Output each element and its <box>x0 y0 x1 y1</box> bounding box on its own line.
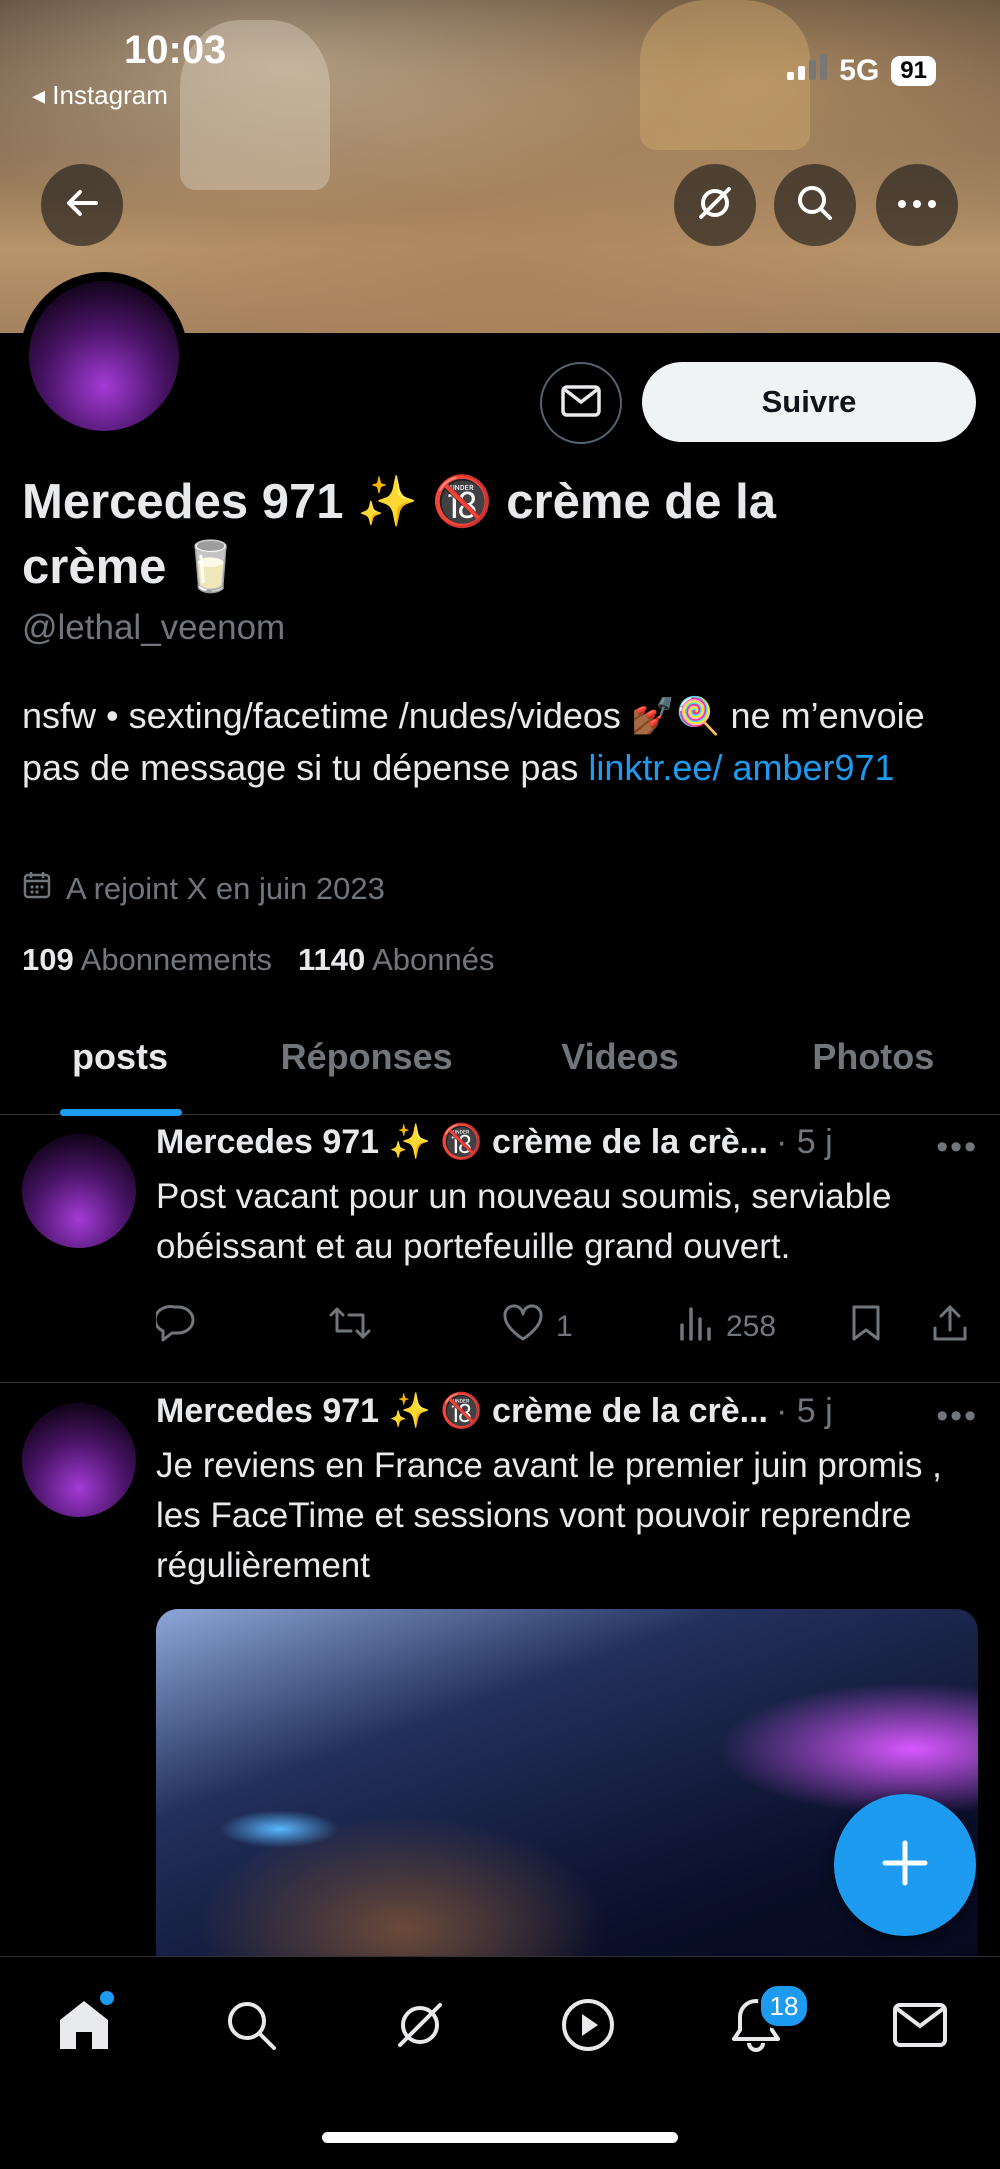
post-avatar[interactable] <box>22 1403 136 1517</box>
bookmark-icon <box>850 1304 882 1350</box>
more-icon <box>897 196 937 214</box>
compose-button[interactable] <box>834 1794 976 1936</box>
back-arrow-icon <box>62 183 102 228</box>
post-time: · 5 j <box>776 1391 833 1430</box>
post-header: Mercedes 971 ✨ 🔞 crème de la crè... · 5 … <box>156 1122 976 1162</box>
tab-videos[interactable]: Videos <box>493 1030 746 1114</box>
follow-button[interactable]: Suivre <box>642 362 976 442</box>
post[interactable]: Mercedes 971 ✨ 🔞 crème de la crè... · 5 … <box>0 1114 1000 1383</box>
network-label: 5G <box>839 54 880 87</box>
post-text: Je reviens en France avant le premier ju… <box>156 1446 942 1585</box>
tab-posts[interactable]: posts <box>0 1030 240 1116</box>
home-icon <box>56 1998 112 2057</box>
search-button[interactable] <box>774 164 856 246</box>
home-notification-dot <box>100 1991 114 2005</box>
grok-button[interactable] <box>674 164 756 246</box>
post-actions: 1 258 <box>153 1304 976 1350</box>
post-more-icon[interactable]: ••• <box>936 1397 978 1436</box>
tab-photos[interactable]: Photos <box>747 1030 1000 1114</box>
search-icon <box>795 183 835 228</box>
back-to-app-link[interactable]: ◂ Instagram <box>32 80 168 111</box>
message-button[interactable] <box>540 362 622 444</box>
mail-icon <box>561 384 601 422</box>
nav-messages[interactable] <box>880 1987 960 2067</box>
following-count: 109 <box>22 942 74 977</box>
post-time: · 5 j <box>776 1122 833 1161</box>
post-text: Post vacant pour un nouveau soumis, serv… <box>156 1177 892 1266</box>
post-more-icon[interactable]: ••• <box>936 1128 978 1167</box>
repost-icon <box>328 1305 372 1349</box>
signal-icon <box>787 54 828 88</box>
nav-notifications[interactable]: 18 <box>716 1983 810 2067</box>
views-count: 258 <box>726 1310 777 1343</box>
followers-count: 1140 <box>297 942 366 977</box>
post-media[interactable] <box>156 1609 978 2009</box>
notifications-badge: 18 <box>758 1983 810 2029</box>
profile-handle: @lethal_veenom <box>22 608 286 647</box>
mail-icon <box>892 2002 948 2053</box>
plus-icon <box>880 1838 930 1893</box>
play-icon <box>560 1997 616 2058</box>
calendar-icon <box>22 870 52 908</box>
repost-button[interactable] <box>328 1305 502 1349</box>
nav-grok[interactable] <box>380 1987 460 2067</box>
banner-shape <box>640 0 810 150</box>
followers-link[interactable]: 1140 Abonnés <box>298 942 495 978</box>
nav-video[interactable] <box>548 1987 628 2067</box>
nav-search[interactable] <box>211 1987 291 2067</box>
status-indicators: 5G 91 <box>787 54 936 88</box>
share-button[interactable] <box>932 1304 968 1350</box>
post-author[interactable]: Mercedes 971 ✨ 🔞 crème de la crè... <box>156 1122 768 1162</box>
reply-icon <box>153 1304 196 1350</box>
more-button[interactable] <box>876 164 958 246</box>
profile-tabs: posts Réponses Videos Photos <box>0 1030 1000 1116</box>
tab-replies[interactable]: Réponses <box>240 1030 493 1114</box>
home-indicator[interactable] <box>322 2132 678 2143</box>
profile-name: Mercedes 971 ✨ 🔞 crème de la crème 🥛 <box>22 475 776 594</box>
post-header: Mercedes 971 ✨ 🔞 crème de la crè... · 5 … <box>156 1391 976 1431</box>
reply-button[interactable] <box>153 1304 328 1350</box>
battery-indicator: 91 <box>891 56 936 86</box>
search-icon <box>225 1999 277 2056</box>
avatar-image <box>29 281 179 431</box>
following-label: Abonnements <box>80 942 272 977</box>
joined-text: A rejoint X en juin 2023 <box>66 871 385 906</box>
nav-home[interactable] <box>44 1987 124 2067</box>
views-button[interactable]: 258 <box>678 1305 850 1349</box>
avatar[interactable] <box>20 272 188 440</box>
followers-label: Abonnés <box>372 942 495 977</box>
joined-date: A rejoint X en juin 2023 <box>22 870 385 908</box>
like-button[interactable]: 1 <box>502 1304 678 1350</box>
bio-link[interactable]: linktr.ee/ amber971 <box>588 747 894 788</box>
back-button[interactable] <box>41 164 123 246</box>
views-icon <box>678 1305 714 1349</box>
share-icon <box>932 1304 968 1350</box>
profile-bio: nsfw • sexting/facetime /nudes/videos 💅🏾… <box>22 690 982 794</box>
status-time: 10:03 <box>124 28 227 72</box>
like-count: 1 <box>556 1310 573 1343</box>
follow-stats: 109 Abonnements 1140 Abonnés <box>22 942 495 978</box>
post-author[interactable]: Mercedes 971 ✨ 🔞 crème de la crè... <box>156 1391 768 1431</box>
like-icon <box>502 1304 544 1350</box>
bookmark-button[interactable] <box>850 1304 932 1350</box>
post-avatar[interactable] <box>22 1134 136 1248</box>
following-link[interactable]: 109 Abonnements <box>22 942 272 978</box>
grok-icon <box>695 183 735 228</box>
grok-icon <box>392 1997 448 2058</box>
